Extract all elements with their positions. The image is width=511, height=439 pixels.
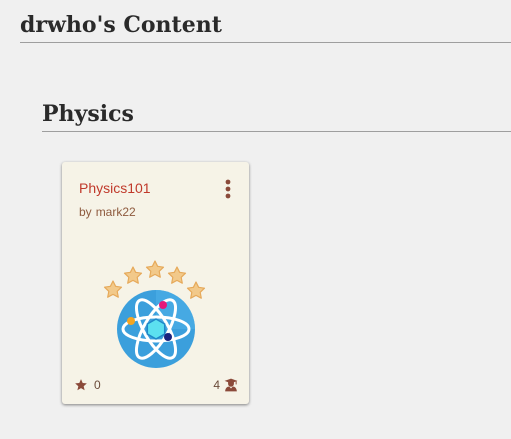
card-students: 4: [213, 377, 238, 393]
card-title[interactable]: Physics101: [79, 180, 151, 196]
atom-with-stars-icon: [103, 260, 206, 368]
card-image: [101, 259, 211, 369]
section-title: Physics: [42, 101, 134, 127]
card-author-prefix: by: [79, 205, 92, 219]
stars-count: 0: [94, 378, 101, 392]
page-heading: drwho's Content: [20, 10, 511, 43]
card-stars: 0: [74, 377, 101, 393]
card-menu-button[interactable]: [219, 178, 237, 200]
content-card[interactable]: Physics101 by mark22 0 4: [62, 162, 249, 404]
page-title: drwho's Content: [20, 12, 222, 38]
students-count: 4: [213, 378, 220, 392]
section-heading: Physics: [42, 99, 511, 132]
card-author: by mark22: [79, 205, 136, 219]
card-author-name[interactable]: mark22: [96, 205, 136, 219]
more-vertical-icon: [225, 179, 231, 199]
student-icon: [224, 378, 238, 392]
star-icon: [75, 379, 87, 391]
